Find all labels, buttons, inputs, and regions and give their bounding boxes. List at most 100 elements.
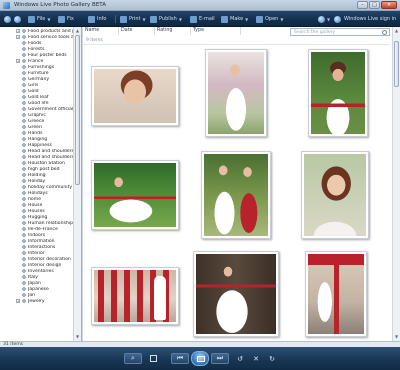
sign-in-link[interactable]: Windows Live sign in	[344, 14, 396, 24]
nav-tree-label: France	[28, 58, 44, 64]
tag-icon	[21, 184, 27, 190]
nav-tree-label: Good life	[28, 100, 49, 106]
photo-thumbnail[interactable]	[201, 151, 271, 239]
open-menu[interactable]: Open ▼	[256, 14, 283, 24]
tag-icon	[21, 94, 27, 100]
slideshow-button[interactable]	[191, 351, 209, 366]
chevron-down-icon: ▼	[280, 16, 284, 22]
chevron-down-icon: ▼	[327, 16, 331, 22]
close-button[interactable]: ✕	[381, 1, 397, 9]
nav-tree-label: Houston Station	[28, 160, 65, 166]
fix-label: Fix	[67, 16, 74, 22]
expand-icon[interactable]: +	[16, 29, 20, 33]
column-header[interactable]: Type	[191, 27, 241, 35]
nav-tree-label: Interior decoration	[28, 256, 71, 262]
scroll-down-icon[interactable]: ▼	[75, 334, 80, 339]
nav-scroll-thumb[interactable]	[75, 35, 80, 185]
nav-scrollbar[interactable]: ▲ ▼	[73, 27, 81, 341]
tag-icon	[21, 274, 27, 280]
nav-tree-label: Ile-de-France	[28, 226, 58, 232]
nav-tree-label: Green	[28, 124, 42, 130]
nav-tree-label: Interior design	[28, 262, 62, 268]
nav-tree-item[interactable]: + Jewelry	[0, 298, 74, 304]
tag-icon	[21, 70, 27, 76]
scroll-up-icon[interactable]: ▲	[75, 28, 80, 33]
nav-tree-label: Happiness	[28, 142, 52, 148]
nav-tree-label: home	[28, 196, 42, 202]
next-button[interactable]: ⏭	[211, 353, 229, 364]
item-count: 9 items	[86, 38, 103, 43]
photo-thumbnail[interactable]	[91, 66, 179, 126]
maximize-button[interactable]: □	[369, 1, 380, 9]
tag-icon	[21, 64, 27, 70]
photo-bride-with-bridesmaid	[204, 154, 268, 236]
nav-tree-label: Holding	[28, 172, 46, 178]
rotate-cw-button[interactable]: ↻	[266, 353, 278, 364]
gallery-scroll-thumb[interactable]	[394, 41, 399, 87]
column-header[interactable]: Rating	[155, 27, 191, 35]
delete-button[interactable]: ✕	[250, 353, 262, 364]
rotate-ccw-button[interactable]: ↺	[234, 353, 246, 364]
expand-icon[interactable]: +	[16, 35, 20, 39]
photo-thumbnail[interactable]	[91, 160, 179, 230]
nav-tree-label: Houses	[28, 208, 45, 214]
photo-thumbnail[interactable]	[193, 251, 279, 337]
minimize-button[interactable]: –	[357, 1, 368, 9]
photo-thumbnail[interactable]	[205, 49, 267, 137]
email-button[interactable]: E-mail	[190, 14, 215, 24]
print-label: Print	[129, 16, 141, 22]
fix-button[interactable]: Fix	[58, 14, 74, 24]
nav-tree-label: Italy	[28, 274, 38, 280]
actual-size-button[interactable]	[146, 353, 160, 364]
previous-button[interactable]: ⏮	[171, 353, 189, 364]
gallery-pane: Name Date Rating Type Search the gallery 9 …	[83, 27, 400, 341]
nav-tree-label: Hugging	[28, 214, 48, 220]
tag-icon	[21, 214, 27, 220]
photo-bride-seated-lawn	[94, 163, 176, 227]
zoom-button[interactable]: ⌕	[124, 353, 142, 364]
nav-tree-label: Indoors	[28, 232, 46, 238]
tag-icon	[21, 28, 27, 34]
publish-label: Publish	[159, 16, 177, 22]
open-label: Open	[265, 16, 279, 22]
make-menu[interactable]: Make ▼	[221, 14, 248, 24]
print-menu[interactable]: Print ▼	[120, 14, 146, 24]
tag-icon	[21, 226, 27, 232]
nav-tree-label: Food service tools and	[28, 34, 74, 40]
photo-thumbnail[interactable]	[301, 151, 369, 239]
nav-tree-label: high post bed	[28, 166, 60, 172]
back-button[interactable]	[4, 14, 11, 24]
search-input[interactable]: Search the gallery	[290, 28, 390, 36]
photo-thumbnail[interactable]	[305, 251, 367, 337]
tag-icon	[21, 262, 27, 268]
nav-tree-label: Furnishings	[28, 64, 55, 70]
nav-tree-label: Four poster beds	[28, 52, 67, 58]
chevron-down-icon: ▼	[245, 16, 249, 22]
info-button[interactable]: Info	[88, 14, 106, 24]
nav-tree-label: Graphic	[28, 112, 46, 118]
expand-icon[interactable]: +	[16, 59, 20, 63]
account-button[interactable]: ▼	[318, 14, 330, 24]
photo-thumbnail[interactable]	[308, 49, 368, 137]
expand-icon[interactable]: +	[16, 299, 20, 303]
photo-bridesmaids-group	[94, 270, 176, 322]
scroll-up-icon[interactable]: ▲	[394, 28, 399, 33]
photo-bride-at-door	[196, 254, 276, 334]
file-icon	[28, 15, 35, 23]
scroll-down-icon[interactable]: ▼	[394, 334, 399, 339]
file-menu[interactable]: File ▼	[28, 14, 50, 24]
forward-button[interactable]	[14, 14, 21, 24]
gallery-scrollbar[interactable]: ▲ ▼	[392, 27, 400, 341]
tag-icon	[21, 160, 27, 166]
tag-icon	[21, 148, 27, 154]
photo-bride-standing-blossoms	[208, 52, 264, 134]
email-icon	[190, 15, 197, 23]
print-icon	[120, 15, 127, 23]
nav-tree-label: Foods	[28, 40, 42, 46]
publish-menu[interactable]: Publish ▼	[150, 14, 182, 24]
nav-tree-label: Jan	[28, 292, 36, 298]
help-button[interactable]	[334, 14, 341, 24]
column-header[interactable]: Name	[83, 27, 119, 35]
photo-thumbnail[interactable]	[91, 267, 179, 325]
column-header[interactable]: Date	[119, 27, 155, 35]
